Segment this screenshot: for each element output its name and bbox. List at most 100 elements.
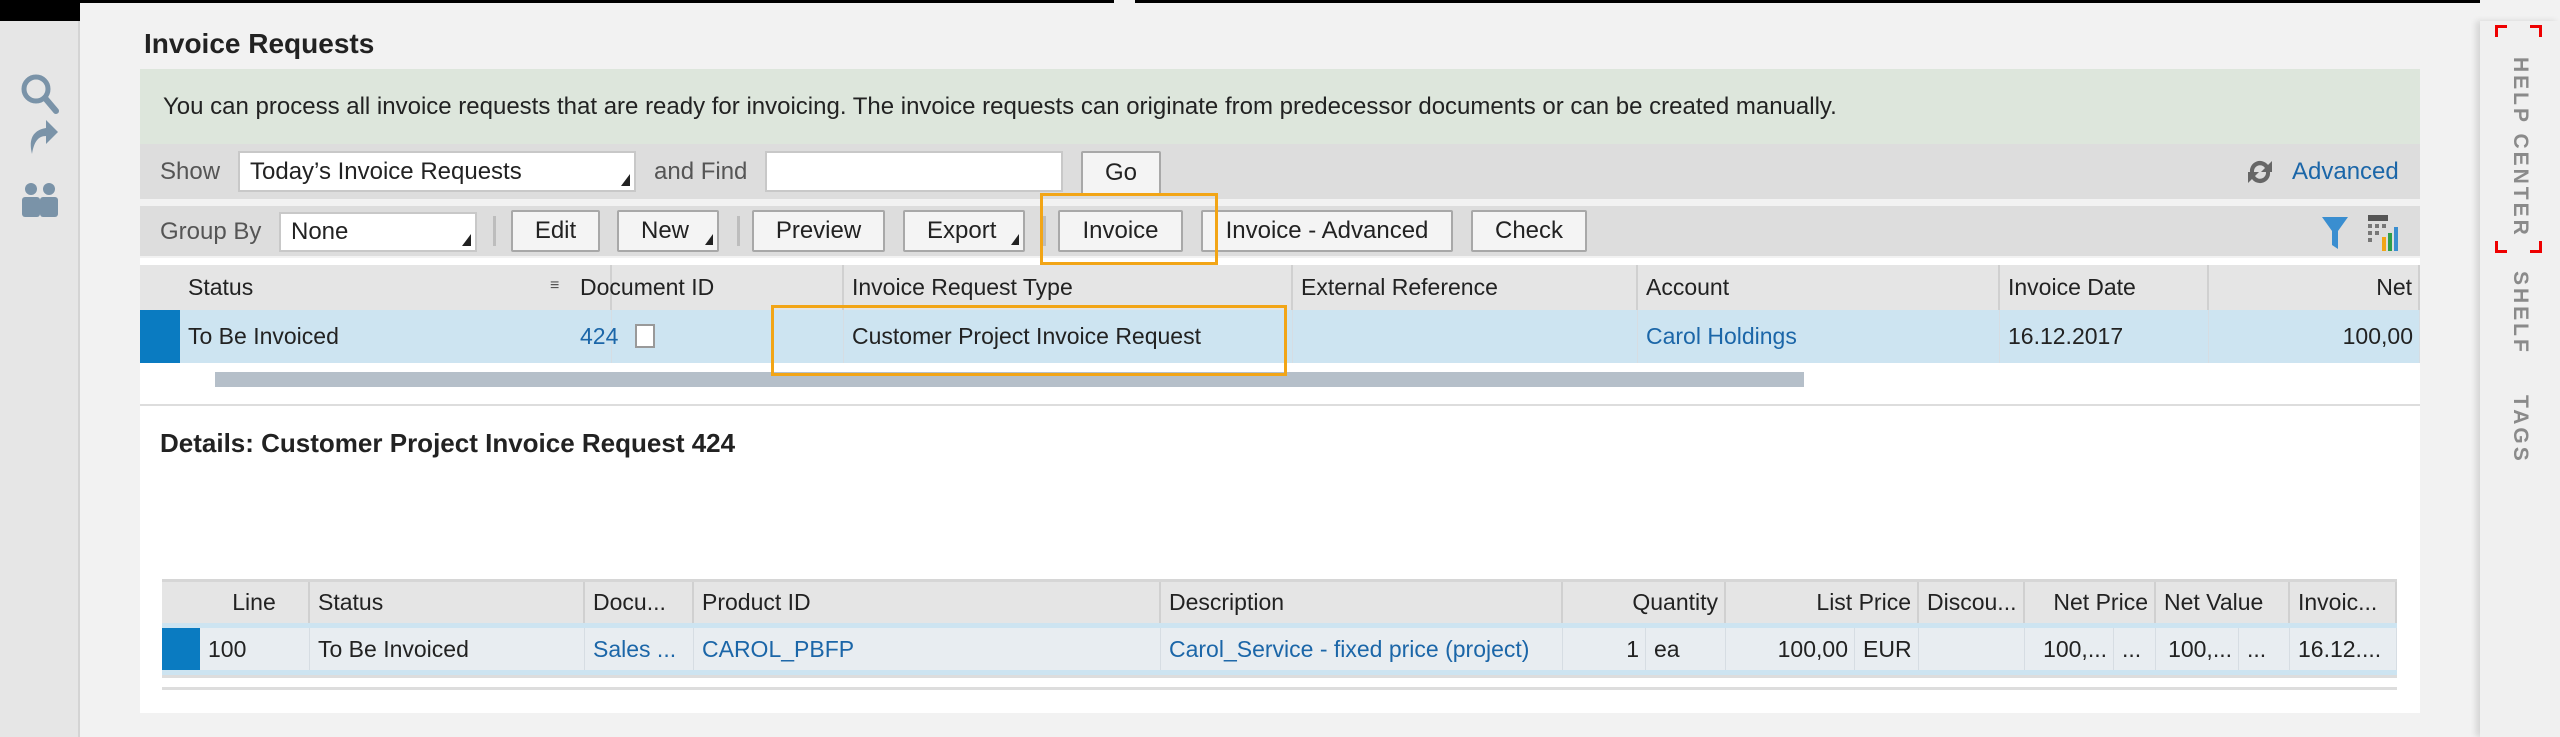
column-header-net_price[interactable]: Net Price: [2025, 582, 2156, 623]
left-sidebar: [0, 21, 80, 737]
details-title: Details: Customer Project Invoice Reques…: [160, 428, 736, 458]
cell-discount: [1919, 628, 2025, 670]
details-table-header: Line Status Docu... Product ID Description Qu…: [162, 579, 2397, 623]
cell-unit: ea: [1646, 628, 1726, 670]
bracket: [2495, 241, 2507, 253]
toolbar: Group By None Edit New Preview Export In…: [140, 206, 2420, 256]
invoice-advanced-button[interactable]: Invoice - Advanced: [1201, 210, 1453, 252]
bracket: [2530, 241, 2542, 253]
column-header-external_reference[interactable]: External Reference: [1293, 265, 1638, 310]
cell-description[interactable]: Carol_Service - fixed price (project): [1161, 628, 1563, 670]
column-header-line[interactable]: Line: [162, 582, 310, 623]
table-row[interactable]: 100 To Be Invoiced Sales ... CAROL_PBFP Caro…: [162, 623, 2397, 675]
cell-list-price: 100,00: [1726, 628, 1855, 670]
search-icon[interactable]: [18, 71, 62, 115]
show-value: Today’s Invoice Requests: [250, 157, 522, 185]
top-border-gap: [1114, 0, 1135, 3]
share-arrow-icon[interactable]: [18, 114, 62, 158]
top-corner: [0, 0, 80, 21]
cell-line: 100: [200, 628, 310, 670]
show-select[interactable]: Today’s Invoice Requests: [238, 151, 636, 192]
row-indicator[interactable]: [140, 310, 180, 363]
new-label: New: [641, 217, 690, 244]
cell-invoice_date: 16.12.2017: [2000, 310, 2209, 363]
column-header-invoice_date[interactable]: Invoice Date: [2000, 265, 2209, 310]
cell-status: To Be Invoiced: [180, 310, 612, 363]
export-label: Export: [927, 217, 997, 244]
column-header-quantity[interactable]: Quantity: [1563, 582, 1726, 623]
separator: [493, 216, 496, 246]
edit-button[interactable]: Edit: [511, 210, 600, 252]
column-header-type[interactable]: Invoice Request Type: [844, 265, 1293, 310]
dropdown-icon: [705, 234, 713, 245]
column-header-list_price[interactable]: List Price: [1726, 582, 1919, 623]
bracket: [2495, 25, 2507, 37]
table-settings-icon[interactable]: [2366, 213, 2400, 253]
column-header-description[interactable]: Description: [1161, 582, 1563, 623]
dropdown-icon: [462, 234, 471, 246]
cell-account[interactable]: Carol Holdings: [1638, 310, 2000, 363]
cell-status: To Be Invoiced: [310, 628, 585, 670]
separator: [737, 216, 740, 246]
check-button[interactable]: Check: [1471, 210, 1587, 252]
filter-bar: Show Today’s Invoice Requests and Find G…: [140, 144, 2420, 199]
column-header-document_id[interactable]: Document ID: [572, 265, 844, 310]
new-button[interactable]: New: [617, 210, 719, 252]
cell-invoice-date: 16.12....: [2290, 628, 2397, 670]
page-title: Invoice Requests: [144, 28, 375, 59]
show-label: Show: [160, 158, 221, 185]
document-menu-icon[interactable]: [635, 324, 655, 348]
cell-document[interactable]: Sales ...: [585, 628, 694, 670]
cell-external_reference: [1293, 310, 1638, 363]
main-table-header: Status Document ID Invoice Request Type Ext…: [140, 265, 2420, 310]
horizontal-scrollbar[interactable]: [215, 372, 1804, 387]
cell-net-value: 100,...: [2156, 628, 2239, 670]
column-header-discount[interactable]: Discou...: [1919, 582, 2025, 623]
export-button[interactable]: Export: [903, 210, 1025, 252]
cell-quantity: 1: [1563, 628, 1646, 670]
column-header-status[interactable]: Status: [310, 582, 585, 623]
bracket: [2530, 25, 2542, 37]
cell-net-price: 100,...: [2025, 628, 2114, 670]
column-header-invoice_date[interactable]: Invoic...: [2290, 582, 2397, 623]
find-label: and Find: [654, 158, 748, 185]
dropdown-icon: [1011, 234, 1019, 245]
cell-net: 100,00: [2209, 310, 2420, 363]
cell-net-value-unit: ...: [2239, 628, 2290, 670]
top-border: [0, 0, 2480, 3]
dropdown-icon: [621, 174, 630, 186]
column-header-product_id[interactable]: Product ID: [694, 582, 1161, 623]
cell-net-price-unit: ...: [2114, 628, 2156, 670]
info-banner: You can process all invoice requests tha…: [140, 69, 2420, 144]
column-header-account[interactable]: Account: [1638, 265, 2000, 310]
find-input[interactable]: [765, 151, 1063, 192]
right-panel: HELP CENTER SHELF TAGS: [2480, 21, 2560, 737]
cell-type: Customer Project Invoice Request: [844, 310, 1293, 363]
column-header-net_value[interactable]: Net Value: [2156, 582, 2290, 623]
row-indicator[interactable]: [162, 628, 200, 670]
group-by-select[interactable]: None: [279, 212, 477, 252]
column-header-document[interactable]: Docu...: [585, 582, 694, 623]
go-button[interactable]: Go: [1081, 151, 1161, 195]
invoice-button[interactable]: Invoice: [1058, 210, 1183, 252]
people-icon[interactable]: [18, 177, 62, 221]
help-center-tab[interactable]: HELP CENTER: [2508, 57, 2532, 238]
cell-currency: EUR: [1855, 628, 1919, 670]
preview-button[interactable]: Preview: [752, 210, 885, 252]
separator: [1043, 216, 1046, 246]
group-by-label: Group By: [160, 218, 262, 245]
divider: [140, 404, 2420, 406]
tags-tab[interactable]: TAGS: [2508, 395, 2532, 464]
details-table-footer: [162, 675, 2397, 690]
cell-document_id[interactable]: 424: [572, 310, 844, 363]
shelf-tab[interactable]: SHELF: [2508, 271, 2532, 355]
column-header-status[interactable]: Status: [180, 265, 612, 310]
group-by-value: None: [291, 218, 349, 245]
cell-product-id[interactable]: CAROL_PBFP: [694, 628, 1161, 670]
advanced-link[interactable]: Advanced: [2292, 158, 2399, 186]
column-header-net[interactable]: Net: [2209, 265, 2420, 310]
filter-icon[interactable]: [2320, 213, 2350, 253]
sort-icon[interactable]: ≡: [550, 277, 559, 295]
table-row[interactable]: To Be Invoiced 424 Customer Project Invoic…: [140, 310, 2420, 363]
refresh-icon[interactable]: [2242, 154, 2278, 190]
